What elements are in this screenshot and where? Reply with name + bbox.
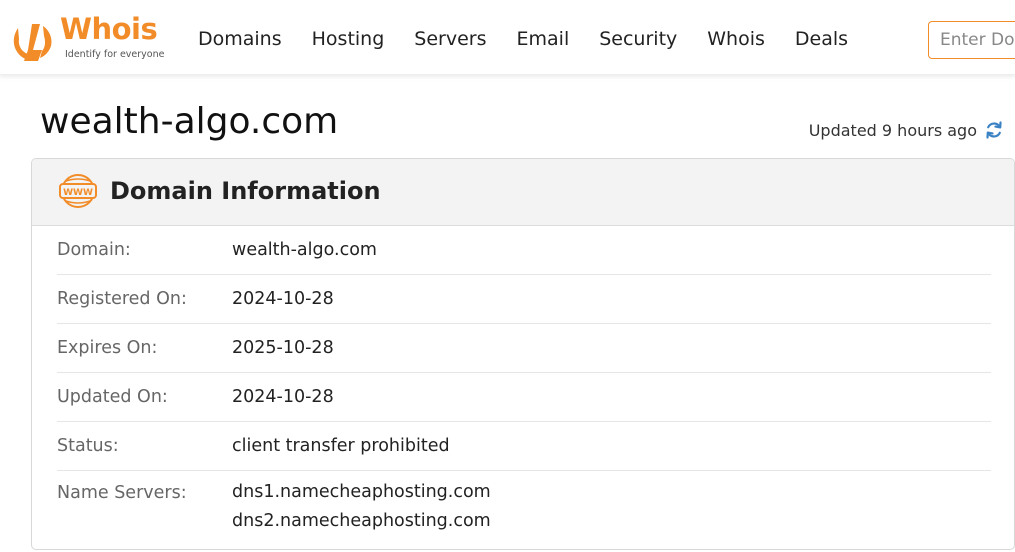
site-header: Whois Identify for everyone Domains Host…	[0, 0, 1015, 75]
svg-text:WWW: WWW	[63, 188, 93, 198]
nav-hosting[interactable]: Hosting	[312, 28, 385, 50]
name-server: dns1.namecheaphosting.com	[232, 482, 491, 502]
table-row: Name Servers: dns1.namecheaphosting.com …	[57, 471, 991, 536]
updated-text: Updated 9 hours ago	[808, 120, 977, 140]
domain-search-input[interactable]	[928, 21, 1015, 59]
row-label: Domain:	[57, 240, 131, 260]
domain-info-card: WWW Domain Information Domain: wealth-al…	[31, 158, 1015, 550]
main-nav: Domains Hosting Servers Email Security W…	[183, 28, 863, 50]
logo-wordmark: Whois	[60, 12, 158, 46]
table-row: Expires On: 2025-10-28	[57, 324, 991, 373]
card-header: WWW Domain Information	[32, 159, 1014, 226]
card-title: Domain Information	[110, 177, 381, 205]
info-table: Domain: wealth-algo.com Registered On: 2…	[32, 226, 1014, 536]
table-row: Status: client transfer prohibited	[57, 422, 991, 471]
row-label: Expires On:	[57, 338, 158, 358]
row-label: Registered On:	[57, 289, 187, 309]
table-row: Domain: wealth-algo.com	[57, 226, 991, 275]
row-value: wealth-algo.com	[232, 240, 377, 260]
www-globe-icon: WWW	[59, 174, 97, 208]
site-logo[interactable]: Whois Identify for everyone	[10, 12, 170, 62]
nav-whois[interactable]: Whois	[707, 28, 765, 50]
refresh-icon[interactable]	[984, 120, 1004, 140]
row-label: Name Servers:	[57, 483, 187, 503]
nav-deals[interactable]: Deals	[795, 28, 848, 50]
nav-servers[interactable]: Servers	[414, 28, 486, 50]
page-title: wealth-algo.com	[40, 101, 339, 142]
nav-domains[interactable]: Domains	[198, 28, 282, 50]
table-row: Updated On: 2024-10-28	[57, 373, 991, 422]
name-server: dns2.namecheaphosting.com	[232, 511, 491, 531]
row-label: Status:	[57, 436, 119, 456]
row-value: 2024-10-28	[232, 289, 334, 309]
logo-tagline: Identify for everyone	[65, 49, 165, 60]
row-value: 2025-10-28	[232, 338, 334, 358]
nav-security[interactable]: Security	[599, 28, 677, 50]
row-value: client transfer prohibited	[232, 436, 450, 456]
name-servers-list: dns1.namecheaphosting.com dns2.namecheap…	[232, 478, 491, 536]
row-label: Updated On:	[57, 387, 168, 407]
row-value: 2024-10-28	[232, 387, 334, 407]
nav-email[interactable]: Email	[517, 28, 570, 50]
table-row: Registered On: 2024-10-28	[57, 275, 991, 324]
updated-status: Updated 9 hours ago	[809, 120, 1004, 140]
whois-logo-icon	[13, 24, 52, 61]
